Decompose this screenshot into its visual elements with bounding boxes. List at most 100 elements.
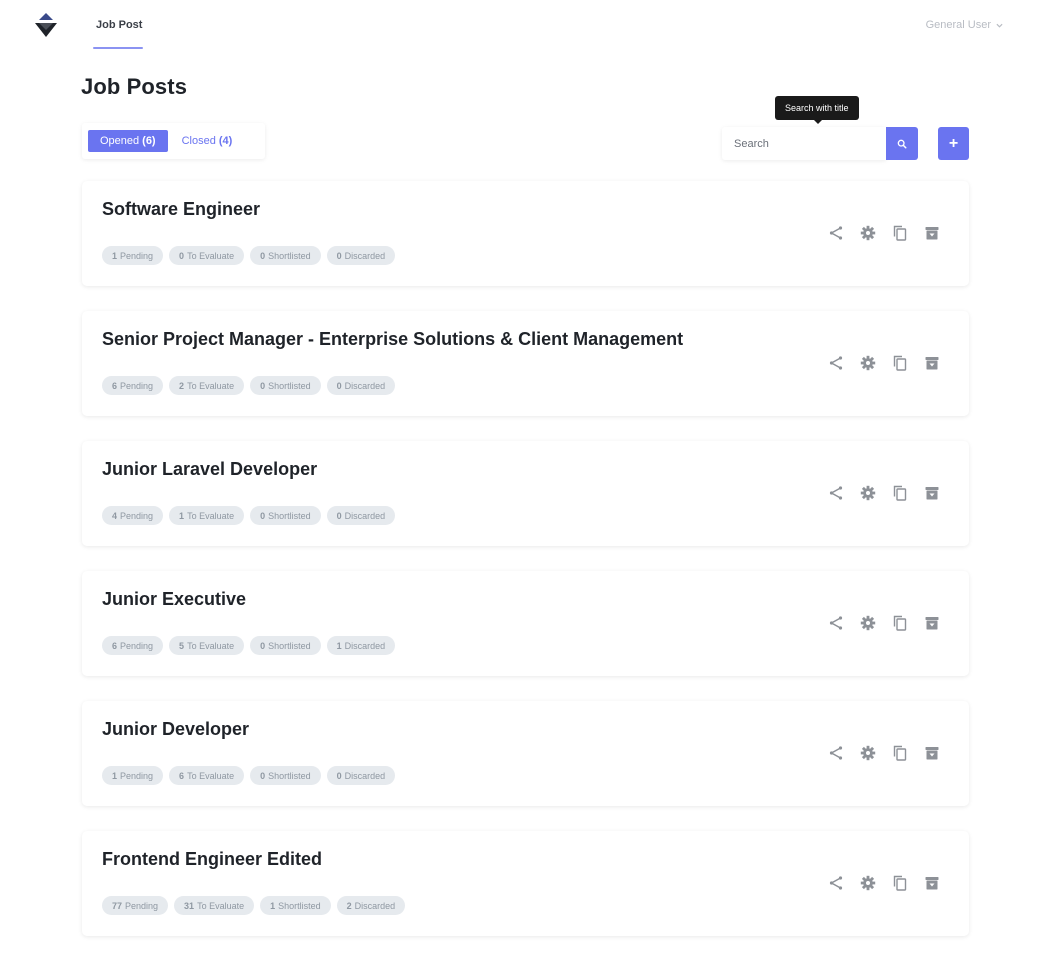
share-icon[interactable] [828,875,844,891]
badge-count: 1 [270,900,276,911]
tab-opened[interactable]: Opened (6) [88,130,168,152]
status-badge-to-evaluate[interactable]: 0 To Evaluate [169,246,245,265]
status-badge-discarded[interactable]: 0 Discarded [326,376,396,395]
status-badge-to-evaluate[interactable]: 31 To Evaluate [174,896,255,915]
badge-label: To Evaluate [187,640,235,651]
status-badge-to-evaluate[interactable]: 6 To Evaluate [169,766,245,785]
status-badge-pending[interactable]: 6 Pending [102,376,164,395]
gear-icon[interactable] [860,615,876,631]
status-badge-shortlisted[interactable]: 0 Shortlisted [250,376,321,395]
badge-count: 31 [184,900,195,911]
badge-label: Shortlisted [268,250,311,261]
job-actions [828,485,940,501]
add-job-post-button[interactable]: + [938,127,969,160]
top-nav: Job Post General User [0,0,1051,52]
share-icon[interactable] [828,355,844,371]
gear-icon[interactable] [860,745,876,761]
badge-label: To Evaluate [187,770,235,781]
nav-tab-job-post[interactable]: Job Post [88,0,150,52]
status-badge-pending[interactable]: 77 Pending [102,896,169,915]
gear-icon[interactable] [860,225,876,241]
job-title[interactable]: Senior Project Manager - Enterprise Solu… [102,329,683,350]
archive-icon[interactable] [924,875,940,891]
badge-label: Pending [120,250,154,261]
copy-icon[interactable] [892,485,908,501]
status-filter-tabs: Opened (6) Closed (4) [82,123,265,159]
copy-icon[interactable] [892,615,908,631]
gear-icon[interactable] [860,485,876,501]
status-badge-discarded[interactable]: 0 Discarded [326,246,396,265]
status-badge-pending[interactable]: 1 Pending [102,246,164,265]
badge-label: Pending [120,770,154,781]
badge-count: 0 [260,770,266,781]
badge-count: 0 [260,640,266,651]
badge-count: 0 [336,380,342,391]
badge-label: Shortlisted [268,380,311,391]
archive-icon[interactable] [924,485,940,501]
archive-icon[interactable] [924,745,940,761]
job-title[interactable]: Software Engineer [102,199,260,220]
job-actions [828,745,940,761]
search-field [722,127,886,160]
badge-label: Discarded [354,900,396,911]
archive-icon[interactable] [924,615,940,631]
badge-count: 6 [112,640,118,651]
gear-icon[interactable] [860,875,876,891]
badge-count: 1 [112,770,118,781]
badge-count: 0 [260,250,266,261]
job-title[interactable]: Junior Laravel Developer [102,459,317,480]
nav-tab-active-indicator [93,47,143,49]
job-post-card[interactable]: Junior Developer 1 Pending 6 To Evaluate 0 Sho… [82,701,969,806]
status-badge-to-evaluate[interactable]: 5 To Evaluate [169,636,245,655]
share-icon[interactable] [828,615,844,631]
status-badge-discarded[interactable]: 0 Discarded [326,766,396,785]
share-icon[interactable] [828,745,844,761]
status-badge-to-evaluate[interactable]: 1 To Evaluate [169,506,245,525]
copy-icon[interactable] [892,875,908,891]
archive-icon[interactable] [924,225,940,241]
job-post-card[interactable]: Senior Project Manager - Enterprise Solu… [82,311,969,416]
copy-icon[interactable] [892,745,908,761]
job-title[interactable]: Junior Executive [102,589,246,610]
status-badge-to-evaluate[interactable]: 2 To Evaluate [169,376,245,395]
status-badges: 1 Pending 0 To Evaluate 0 Shortlisted 0 Discard… [102,246,396,265]
badge-count: 0 [260,380,266,391]
badge-label: Pending [120,380,154,391]
status-badge-pending[interactable]: 1 Pending [102,766,164,785]
status-badge-shortlisted[interactable]: 0 Shortlisted [250,766,321,785]
job-post-card[interactable]: Junior Laravel Developer 4 Pending 1 To Eval… [82,441,969,546]
job-post-card[interactable]: Software Engineer 1 Pending 0 To Evaluate 0 Sh… [82,181,969,286]
archive-icon[interactable] [924,355,940,371]
status-badge-discarded[interactable]: 0 Discarded [326,506,396,525]
share-icon[interactable] [828,225,844,241]
status-badge-discarded[interactable]: 2 Discarded [336,896,406,915]
copy-icon[interactable] [892,355,908,371]
job-post-card[interactable]: Frontend Engineer Edited 77 Pending 31 To Ev… [82,831,969,936]
badge-count: 6 [112,380,118,391]
user-menu[interactable]: General User [926,19,1003,31]
status-badge-pending[interactable]: 4 Pending [102,506,164,525]
search-input[interactable] [722,127,886,160]
status-badge-shortlisted[interactable]: 0 Shortlisted [250,506,321,525]
status-badge-shortlisted[interactable]: 0 Shortlisted [250,636,321,655]
gear-icon[interactable] [860,355,876,371]
search-button[interactable] [886,127,918,160]
status-badge-pending[interactable]: 6 Pending [102,636,164,655]
badge-label: To Evaluate [197,900,245,911]
user-menu-label: General User [925,19,991,31]
job-title[interactable]: Junior Developer [102,719,249,740]
diamond-logo-icon[interactable] [33,12,59,38]
badge-label: Discarded [344,510,386,521]
status-badge-discarded[interactable]: 1 Discarded [326,636,396,655]
job-actions [828,355,940,371]
badge-label: Shortlisted [278,900,321,911]
share-icon[interactable] [828,485,844,501]
job-title[interactable]: Frontend Engineer Edited [102,849,322,870]
badge-label: Pending [125,900,159,911]
status-badge-shortlisted[interactable]: 0 Shortlisted [250,246,321,265]
copy-icon[interactable] [892,225,908,241]
nav-tab-label: Job Post [96,19,143,31]
status-badge-shortlisted[interactable]: 1 Shortlisted [260,896,331,915]
job-post-card[interactable]: Junior Executive 6 Pending 5 To Evaluate 0 Sho… [82,571,969,676]
tab-closed[interactable]: Closed (4) [170,130,245,152]
